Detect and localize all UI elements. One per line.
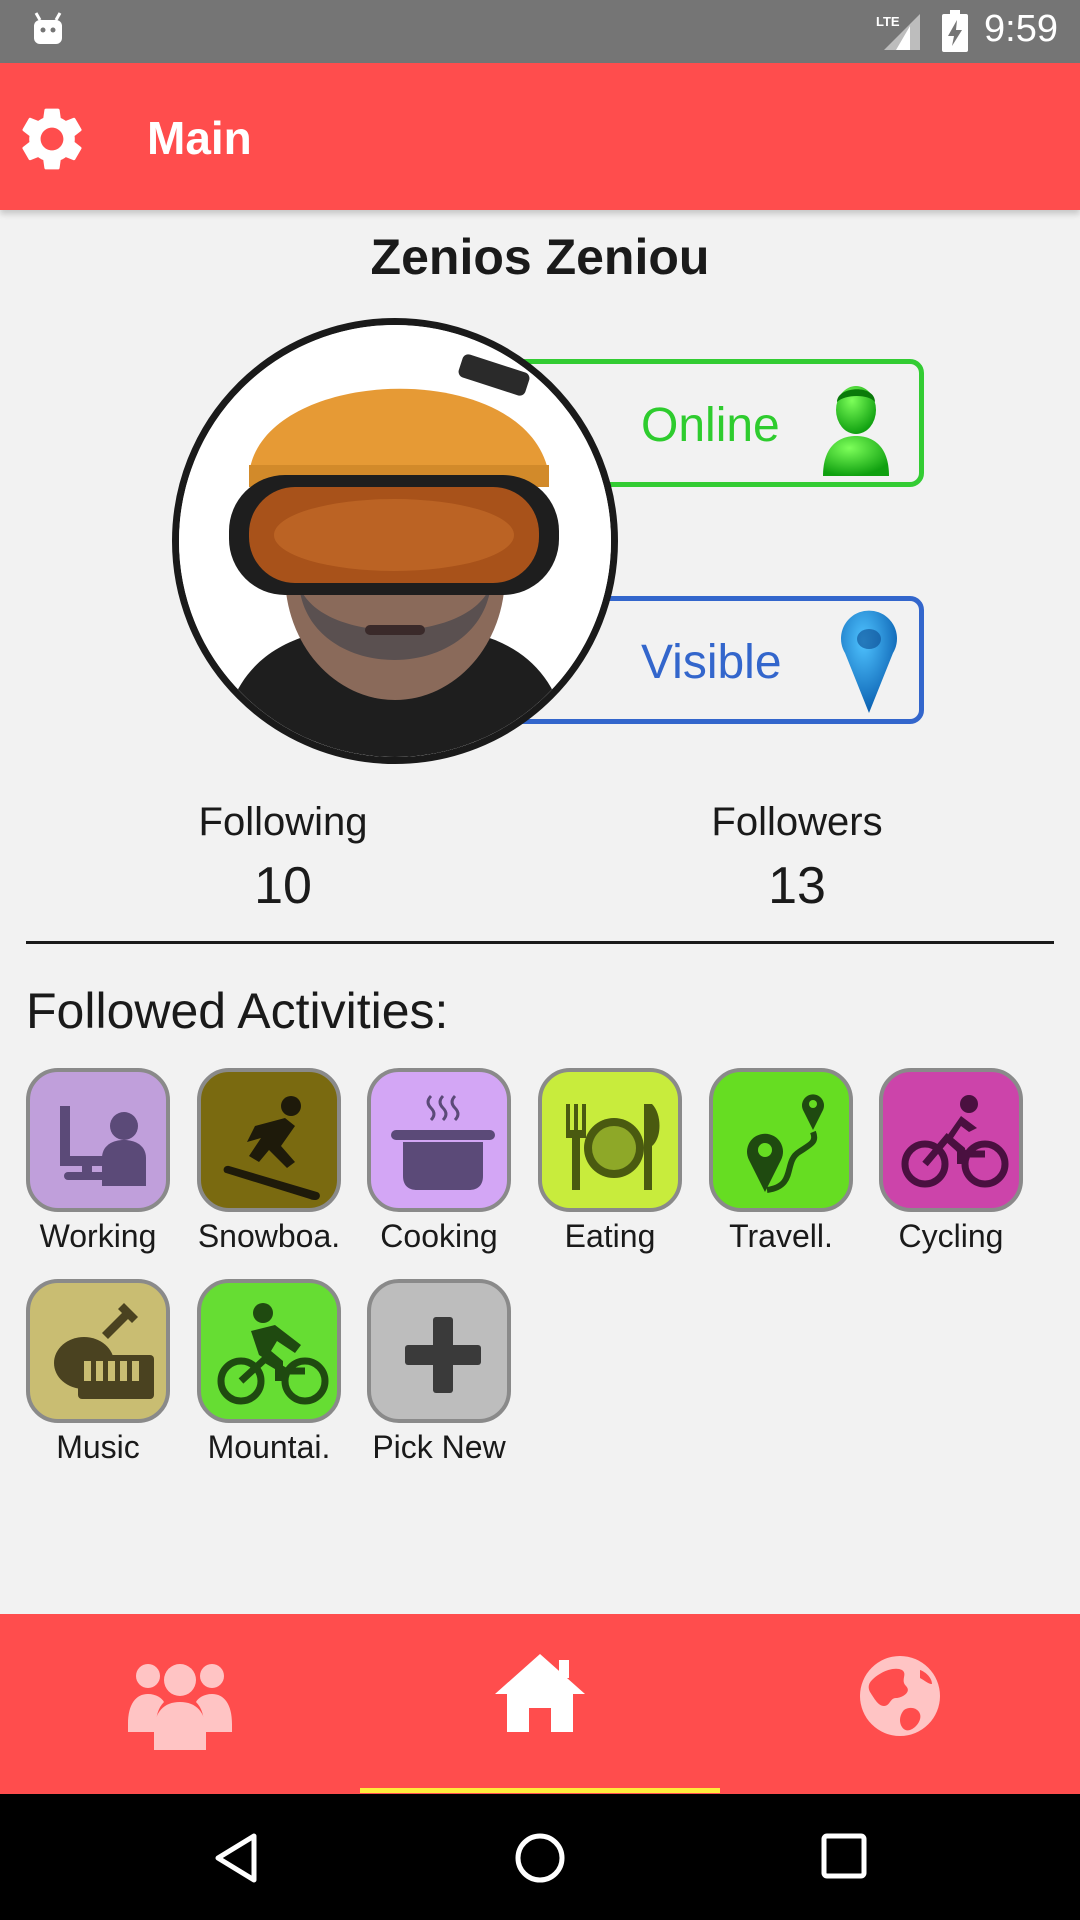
pick-new-activity-button[interactable]: Pick New: [364, 1279, 514, 1466]
location-pin-icon: [839, 609, 899, 722]
activity-label: Cycling: [898, 1218, 1004, 1254]
plate-cutlery-icon: [566, 1104, 660, 1190]
activity-travelling[interactable]: Travell.: [706, 1068, 856, 1255]
cooking-pot-icon: [391, 1094, 495, 1190]
activity-tile[interactable]: [538, 1068, 682, 1212]
activity-working[interactable]: Working: [23, 1068, 173, 1255]
status-time: 9:59: [984, 8, 1058, 50]
back-icon[interactable]: [212, 1832, 260, 1889]
activity-tile[interactable]: [26, 1068, 170, 1212]
main-screen: LTE 9:59 Main Zenios Zeniou Online Visib…: [0, 0, 1080, 1920]
divider: [26, 941, 1054, 944]
activity-tile[interactable]: [26, 1279, 170, 1423]
activity-mountain-biking[interactable]: Mountai.: [194, 1279, 344, 1466]
visible-status-label: Visible: [641, 636, 782, 689]
activity-tile[interactable]: [367, 1279, 511, 1423]
avatar[interactable]: [172, 318, 618, 764]
friends-icon: [128, 1664, 232, 1750]
system-navigation-bar: [0, 1794, 1080, 1920]
activity-label: Eating: [564, 1218, 656, 1254]
activity-label: Music: [56, 1429, 140, 1465]
activity-label: Pick New: [372, 1429, 506, 1465]
working-icon: [60, 1106, 146, 1186]
user-online-icon: [813, 372, 899, 485]
app-bar: Main: [0, 63, 1080, 210]
nav-home[interactable]: [360, 1614, 720, 1794]
route-pin-icon: [747, 1094, 824, 1193]
nav-world[interactable]: [720, 1614, 1080, 1794]
activity-snowboarding[interactable]: Snowboa.: [194, 1068, 344, 1255]
activity-tile[interactable]: [709, 1068, 853, 1212]
page-title: Main: [147, 112, 252, 164]
cyclist-icon: [901, 1095, 1009, 1188]
online-status-label: Online: [641, 399, 780, 452]
activity-label: Snowboa.: [197, 1218, 341, 1254]
selected-tab-indicator: [360, 1788, 720, 1793]
activity-cycling[interactable]: Cycling: [876, 1068, 1026, 1255]
activity-label: Cooking: [380, 1218, 498, 1254]
activity-label: Travell.: [729, 1218, 833, 1254]
activity-label: Mountai.: [207, 1429, 331, 1465]
mountain-bike-icon: [217, 1303, 329, 1405]
home-icon: [495, 1654, 585, 1732]
gear-icon[interactable]: [14, 101, 90, 182]
followers-label: Followers: [711, 800, 883, 844]
nav-friends[interactable]: [0, 1614, 360, 1794]
bottom-navigation: [0, 1614, 1080, 1794]
followed-activities-title: Followed Activities:: [26, 983, 449, 1039]
android-notification-icon: [32, 12, 64, 51]
status-bar: LTE 9:59: [0, 0, 1080, 63]
following-label: Following: [198, 800, 368, 844]
snowboard-icon: [223, 1096, 320, 1200]
globe-icon: [860, 1656, 940, 1736]
activity-label: Working: [39, 1218, 157, 1254]
activity-cooking[interactable]: Cooking: [364, 1068, 514, 1255]
activity-tile[interactable]: [197, 1068, 341, 1212]
activity-eating[interactable]: Eating: [535, 1068, 685, 1255]
followers-count[interactable]: 13: [647, 856, 947, 916]
lte-signal-icon: LTE: [876, 12, 922, 57]
plus-icon: [405, 1317, 481, 1393]
guitar-keyboard-icon: [54, 1303, 154, 1399]
activity-tile[interactable]: [879, 1068, 1023, 1212]
svg-text:LTE: LTE: [876, 14, 900, 29]
battery-charging-icon: [942, 10, 968, 57]
activity-tile[interactable]: [367, 1068, 511, 1212]
home-system-icon[interactable]: [514, 1832, 566, 1889]
recents-icon[interactable]: [820, 1832, 868, 1885]
following-count[interactable]: 10: [133, 856, 433, 916]
profile-name: Zenios Zeniou: [370, 229, 710, 285]
activity-tile[interactable]: [197, 1279, 341, 1423]
activity-music[interactable]: Music: [23, 1279, 173, 1466]
